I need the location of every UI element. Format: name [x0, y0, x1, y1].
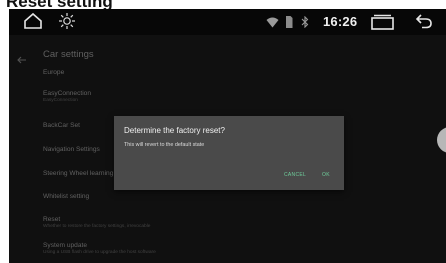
dialog-message: This will revert to the default state [124, 142, 205, 148]
brightness-icon[interactable] [58, 12, 76, 35]
ok-button[interactable]: OK [322, 172, 330, 178]
home-icon[interactable] [23, 12, 43, 35]
head-unit-screen: 16:26 Car settings Europe EasyConnection… [9, 9, 446, 263]
cancel-button[interactable]: CANCEL [284, 172, 306, 178]
dialog-title: Determine the factory reset? [124, 126, 225, 135]
recent-apps-icon[interactable] [371, 14, 395, 35]
factory-reset-dialog: Determine the factory reset? This will r… [114, 116, 344, 190]
back-icon[interactable] [415, 13, 433, 34]
wifi-icon [266, 15, 279, 33]
sim-icon [285, 15, 293, 33]
status-time: 16:26 [323, 14, 358, 29]
status-bar: 16:26 [9, 9, 446, 35]
bluetooth-icon [301, 15, 309, 33]
